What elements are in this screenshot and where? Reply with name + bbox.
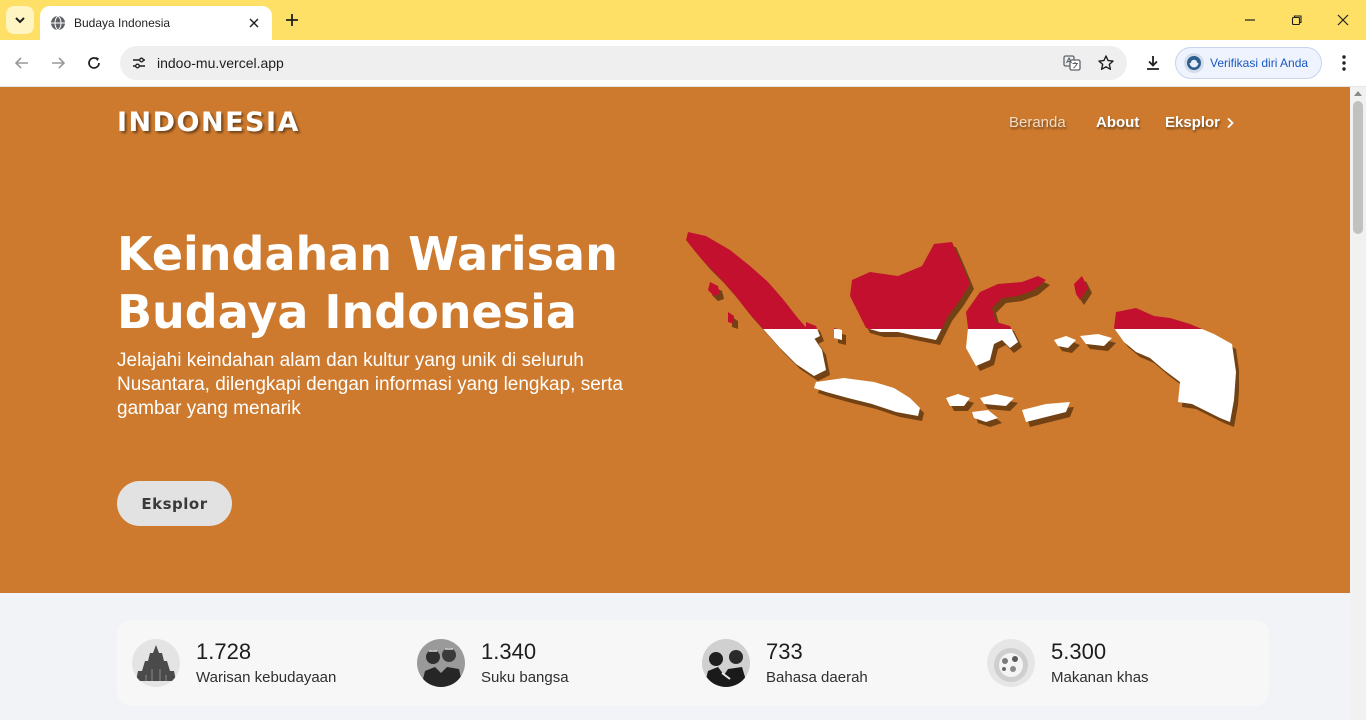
hero-headline: Keindahan Warisan Budaya Indonesia [117,227,618,339]
plus-icon [286,14,298,26]
close-window-button[interactable] [1331,8,1355,32]
avatar [1184,53,1204,73]
tab-title: Budaya Indonesia [74,16,171,30]
stat-value: 1.728 [196,638,252,664]
stat-item-bahasa: 733 Bahasa daerah [702,638,868,688]
downloads-button[interactable] [1140,50,1166,76]
forward-button[interactable] [44,49,72,77]
close-icon [1337,14,1349,26]
chevron-down-icon [15,17,25,24]
stat-value: 733 [766,638,803,664]
food-icon [987,639,1035,687]
stat-text: 1.728 Warisan kebudayaan [196,639,336,688]
bookmark-button[interactable] [1093,50,1119,76]
translate-icon [1063,55,1081,71]
more-vert-icon [1342,55,1346,71]
address-bar[interactable]: indoo-mu.vercel.app [120,46,1127,80]
browser-toolbar: indoo-mu.vercel.app Verifikasi diri Anda [0,40,1366,87]
star-icon [1098,55,1114,70]
arrow-left-icon [14,57,28,69]
site-logo[interactable]: INDONESIA [117,107,300,138]
nav-link-beranda[interactable]: Beranda [1009,114,1066,131]
back-button[interactable] [8,49,36,77]
eksplor-button[interactable]: Eksplor [117,481,232,526]
stats-card: 1.728 Warisan kebudayaan 1.340 Suku bang… [117,620,1269,706]
reload-button[interactable] [80,49,108,77]
stats-section: 1.728 Warisan kebudayaan 1.340 Suku bang… [0,593,1350,720]
tab-close-button[interactable] [246,15,262,31]
arrow-right-icon [52,57,66,69]
download-icon [1147,56,1159,70]
stat-text: 1.340 Suku bangsa [481,639,569,688]
nav-link-eksplor-label: Eksplor [1165,114,1221,131]
tribe-icon [417,639,465,687]
chevron-right-icon [1226,116,1236,130]
translate-button[interactable] [1059,50,1085,76]
tune-icon [133,57,145,69]
people-icon [702,639,750,687]
new-tab-button[interactable] [280,8,304,32]
nav-link-about[interactable]: About [1096,114,1139,131]
stat-value: 5.300 [1051,638,1107,664]
browser-menu-button[interactable] [1332,50,1356,76]
browser-tab-bar: Budaya Indonesia [0,0,1366,40]
stat-item-suku: 1.340 Suku bangsa [417,638,569,688]
close-icon [249,18,259,28]
stat-label: Makanan khas [1051,668,1149,686]
stat-value: 1.340 [481,638,537,664]
stat-label: Warisan kebudayaan [196,668,337,686]
minimize-button[interactable] [1238,8,1262,32]
stat-text: 733 Bahasa daerah [766,639,868,688]
restore-button[interactable] [1285,8,1309,32]
globe-icon [51,15,65,31]
browser-tab-active[interactable]: Budaya Indonesia [40,6,272,40]
stat-text: 5.300 Makanan khas [1051,639,1149,688]
tab-search-button[interactable] [6,6,34,34]
temple-icon [132,639,180,687]
site-info-button[interactable] [128,52,150,74]
profile-chip-label: Verifikasi diri Anda [1210,56,1309,70]
stat-item-makanan: 5.300 Makanan khas [987,638,1149,688]
page-scrollbar[interactable] [1350,87,1366,720]
scroll-thumb[interactable] [1353,101,1363,234]
scroll-up-arrow-icon[interactable] [1354,91,1362,96]
url-text[interactable]: indoo-mu.vercel.app [157,55,1059,71]
hero-subtext: Jelajahi keindahan alam dan kultur yang … [117,350,623,419]
stat-label: Suku bangsa [481,668,569,686]
stat-label: Bahasa daerah [766,668,868,686]
nav-link-eksplor[interactable]: Eksplor [1165,114,1236,131]
profile-verify-chip[interactable]: Verifikasi diri Anda [1175,47,1322,79]
restore-icon [1291,15,1302,26]
stat-item-warisan: 1.728 Warisan kebudayaan [132,638,336,688]
minimize-icon [1245,19,1255,21]
hero-section: INDONESIA Beranda About Eksplor Keindaha… [0,87,1350,593]
indonesia-map-illustration [686,232,1239,427]
page-viewport: INDONESIA Beranda About Eksplor Keindaha… [0,87,1350,720]
reload-icon [88,57,100,69]
